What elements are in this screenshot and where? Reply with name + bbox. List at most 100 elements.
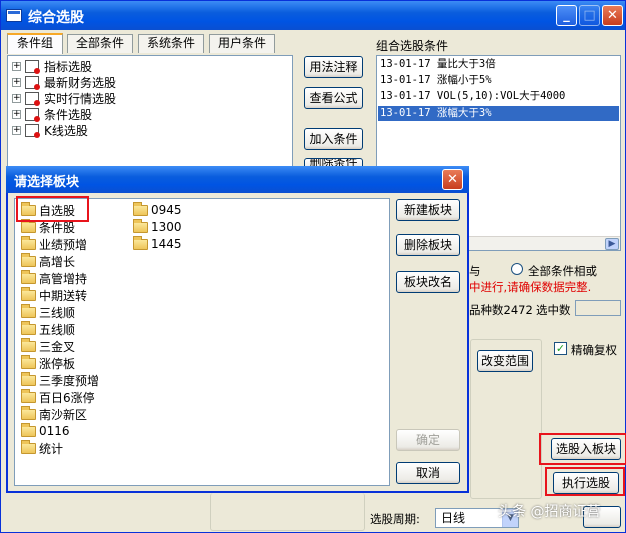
block-label: 五线顺	[39, 322, 76, 337]
expand-icon[interactable]: +	[12, 93, 21, 103]
ok-button: 确定	[396, 429, 460, 451]
data-warning: 中进行,请确保数据完整.	[469, 280, 592, 294]
block-item[interactable]: 高增长	[21, 252, 76, 269]
formula-book-icon	[25, 59, 40, 74]
folder-icon	[133, 218, 148, 233]
expand-icon[interactable]: +	[12, 77, 21, 87]
block-label: 1445	[151, 237, 182, 251]
block-item[interactable]: 涨停板	[21, 354, 76, 371]
block-list[interactable]: 自选股 条件股 业绩预增 高增长 高管增持 中期送转 三线顺 五线顺 三金叉 涨…	[14, 196, 390, 486]
tree-item-label: 指标选股	[44, 59, 93, 74]
formula-book-icon	[25, 75, 40, 90]
block-item[interactable]: 1445	[133, 235, 182, 252]
folder-icon	[21, 405, 36, 420]
tab-system-conditions[interactable]: 系统条件	[138, 34, 204, 53]
block-label: 三线顺	[39, 305, 76, 320]
folder-icon	[133, 201, 148, 216]
count-label: 品种数	[469, 303, 504, 317]
view-formula-button[interactable]: 查看公式	[304, 87, 363, 109]
block-item[interactable]: 中期送转	[21, 286, 87, 303]
folder-icon	[133, 235, 148, 250]
change-range-button[interactable]: 改变范围	[477, 350, 533, 372]
formula-book-icon	[25, 107, 40, 122]
block-label: 高增长	[39, 254, 76, 269]
block-label: 1300	[151, 220, 182, 234]
logic-and-label: 与	[469, 264, 481, 278]
folder-icon	[21, 439, 36, 454]
folder-icon	[21, 320, 36, 335]
folder-icon	[21, 337, 36, 352]
block-label: 三金叉	[39, 339, 76, 354]
block-item[interactable]: 五线顺	[21, 320, 76, 337]
highlight-box	[539, 433, 626, 465]
tree-item-kline[interactable]: + K线选股	[12, 122, 88, 138]
tree-item-realtime[interactable]: + 实时行情选股	[12, 90, 116, 106]
cancel-button[interactable]: 取消	[396, 462, 460, 484]
block-item[interactable]: 1300	[133, 218, 182, 235]
block-item[interactable]: 百日6涨停	[21, 388, 95, 405]
maximize-button: □	[579, 5, 600, 26]
tree-item-label: 条件选股	[44, 107, 93, 122]
block-item[interactable]: 南沙新区	[21, 405, 88, 422]
folder-icon	[21, 371, 36, 386]
block-label: 百日6涨停	[39, 390, 95, 405]
title-bar[interactable]: 综合选股 _ □ ✕	[1, 1, 625, 30]
selected-count-label: 选中数	[536, 303, 571, 317]
block-label: 三季度预增	[39, 373, 100, 388]
block-label: 高管增持	[39, 271, 88, 286]
rename-block-button[interactable]: 板块改名	[396, 271, 460, 293]
block-item[interactable]: 高管增持	[21, 269, 88, 286]
minimize-button[interactable]: _	[556, 5, 577, 26]
dialog-title-bar[interactable]: 请选择板块 ✕	[6, 166, 469, 193]
expand-icon[interactable]: +	[12, 61, 21, 71]
precise-adjust-checkbox[interactable]: ✓	[554, 342, 567, 355]
folder-icon	[21, 286, 36, 301]
block-label: 涨停板	[39, 356, 76, 371]
tree-item-condition[interactable]: + 条件选股	[12, 106, 92, 122]
condition-tree: + 指标选股 + 最新财务选股 + 实时行情选股 + 条件选股 + K线选股	[7, 55, 293, 167]
tree-item-finance[interactable]: + 最新财务选股	[12, 74, 116, 90]
new-block-button[interactable]: 新建板块	[396, 199, 460, 221]
window-icon	[6, 9, 22, 22]
folder-icon	[21, 269, 36, 284]
usage-notes-button[interactable]: 用法注释	[304, 56, 363, 78]
expand-icon[interactable]: +	[12, 109, 21, 119]
expand-icon[interactable]: +	[12, 125, 21, 135]
watermark: 头条 @招商证营	[498, 504, 601, 520]
tab-user-conditions[interactable]: 用户条件	[209, 34, 275, 53]
precise-adjust-label: 精确复权	[571, 343, 617, 357]
count-value: 2472	[503, 303, 533, 317]
condition-row-selected[interactable]: 13-01-17 涨幅大于3%	[378, 106, 619, 121]
formula-book-icon	[25, 123, 40, 138]
tree-item-label: K线选股	[44, 123, 88, 138]
radio-all-or[interactable]	[511, 263, 523, 275]
block-item[interactable]: 业绩预增	[21, 235, 87, 252]
block-item[interactable]: 0116	[21, 422, 70, 439]
add-condition-button[interactable]: 加入条件	[304, 128, 363, 150]
block-label: 南沙新区	[39, 407, 88, 422]
close-button[interactable]: ✕	[602, 5, 623, 26]
block-item[interactable]: 三季度预增	[21, 371, 100, 388]
dialog-close-button[interactable]: ✕	[442, 169, 463, 190]
delete-block-button[interactable]: 删除板块	[396, 234, 460, 256]
block-item[interactable]: 0945	[133, 201, 182, 218]
block-label: 0945	[151, 203, 182, 217]
block-item[interactable]: 统计	[21, 439, 63, 456]
condition-row[interactable]: 13-01-17 量比大于3倍	[378, 57, 619, 72]
block-item[interactable]: 三金叉	[21, 337, 76, 354]
folder-icon	[21, 235, 36, 250]
conditions-label: 组合选股条件	[376, 39, 449, 53]
highlight-box	[16, 196, 89, 222]
tab-all-conditions[interactable]: 全部条件	[67, 34, 133, 53]
block-item[interactable]: 三线顺	[21, 303, 76, 320]
selected-count-field	[575, 300, 621, 316]
highlight-box	[545, 467, 625, 496]
condition-row[interactable]: 13-01-17 VOL(5,10):VOL大于4000	[378, 89, 619, 104]
dialog-title: 请选择板块	[14, 175, 80, 190]
condition-row[interactable]: 13-01-17 涨幅小于5%	[378, 73, 619, 88]
tab-condition-group[interactable]: 条件组	[7, 33, 63, 54]
scroll-right-icon[interactable]: ▶	[605, 238, 619, 250]
tree-item-indicator[interactable]: + 指标选股	[12, 58, 92, 74]
tree-item-label: 实时行情选股	[44, 91, 117, 106]
formula-book-icon	[25, 91, 40, 106]
